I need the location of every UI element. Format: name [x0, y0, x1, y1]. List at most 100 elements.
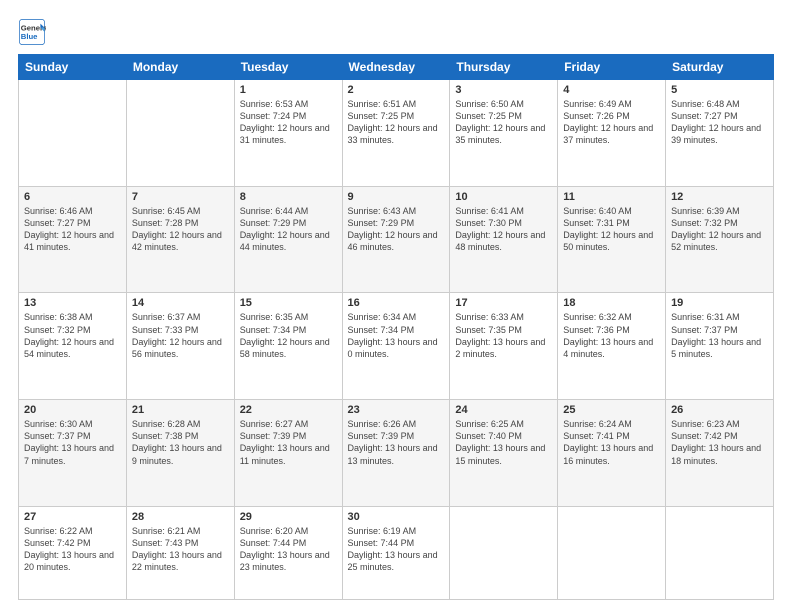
- calendar-cell: [19, 80, 127, 187]
- day-number: 8: [240, 191, 337, 203]
- calendar-cell: 19 Sunrise: 6:31 AM Sunset: 7:37 PM Dayli…: [666, 293, 774, 400]
- cell-details: Sunrise: 6:51 AM Sunset: 7:25 PM Dayligh…: [348, 98, 445, 147]
- cell-details: Sunrise: 6:26 AM Sunset: 7:39 PM Dayligh…: [348, 418, 445, 467]
- day-number: 17: [455, 297, 552, 309]
- calendar-cell: 28 Sunrise: 6:21 AM Sunset: 7:43 PM Dayli…: [126, 506, 234, 599]
- cell-details: Sunrise: 6:46 AM Sunset: 7:27 PM Dayligh…: [24, 205, 121, 254]
- day-number: 3: [455, 84, 552, 96]
- calendar-cell: 18 Sunrise: 6:32 AM Sunset: 7:36 PM Dayli…: [558, 293, 666, 400]
- day-number: 19: [671, 297, 768, 309]
- cell-details: Sunrise: 6:20 AM Sunset: 7:44 PM Dayligh…: [240, 525, 337, 574]
- cell-details: Sunrise: 6:30 AM Sunset: 7:37 PM Dayligh…: [24, 418, 121, 467]
- calendar-day-header: Monday: [126, 55, 234, 80]
- day-number: 23: [348, 404, 445, 416]
- cell-details: Sunrise: 6:23 AM Sunset: 7:42 PM Dayligh…: [671, 418, 768, 467]
- calendar-cell: 26Sunrise: 6:23 AM Sunset: 7:42 PM Dayli…: [666, 400, 774, 507]
- calendar-cell: 8 Sunrise: 6:44 AM Sunset: 7:29 PM Daylig…: [234, 186, 342, 293]
- calendar-day-header: Tuesday: [234, 55, 342, 80]
- cell-details: Sunrise: 6:53 AM Sunset: 7:24 PM Dayligh…: [240, 98, 337, 147]
- calendar-cell: [666, 506, 774, 599]
- calendar-cell: [126, 80, 234, 187]
- cell-details: Sunrise: 6:40 AM Sunset: 7:31 PM Dayligh…: [563, 205, 660, 254]
- day-number: 15: [240, 297, 337, 309]
- cell-details: Sunrise: 6:22 AM Sunset: 7:42 PM Dayligh…: [24, 525, 121, 574]
- day-number: 10: [455, 191, 552, 203]
- day-number: 12: [671, 191, 768, 203]
- calendar-cell: 29 Sunrise: 6:20 AM Sunset: 7:44 PM Dayli…: [234, 506, 342, 599]
- calendar-day-header: Sunday: [19, 55, 127, 80]
- calendar-cell: 12 Sunrise: 6:39 AM Sunset: 7:32 PM Dayli…: [666, 186, 774, 293]
- day-number: 27: [24, 511, 121, 523]
- calendar-cell: 22 Sunrise: 6:27 AM Sunset: 7:39 PM Dayli…: [234, 400, 342, 507]
- cell-details: Sunrise: 6:32 AM Sunset: 7:36 PM Dayligh…: [563, 311, 660, 360]
- cell-details: Sunrise: 6:34 AM Sunset: 7:34 PM Dayligh…: [348, 311, 445, 360]
- calendar-header: SundayMondayTuesdayWednesdayThursdayFrid…: [19, 55, 774, 80]
- cell-details: Sunrise: 6:35 AM Sunset: 7:34 PM Dayligh…: [240, 311, 337, 360]
- cell-details: Sunrise: 6:39 AM Sunset: 7:32 PM Dayligh…: [671, 205, 768, 254]
- cell-details: Sunrise: 6:28 AM Sunset: 7:38 PM Dayligh…: [132, 418, 229, 467]
- day-number: 4: [563, 84, 660, 96]
- calendar-cell: 6 Sunrise: 6:46 AM Sunset: 7:27 PM Daylig…: [19, 186, 127, 293]
- calendar: SundayMondayTuesdayWednesdayThursdayFrid…: [18, 54, 774, 600]
- cell-details: Sunrise: 6:38 AM Sunset: 7:32 PM Dayligh…: [24, 311, 121, 360]
- cell-details: Sunrise: 6:24 AM Sunset: 7:41 PM Dayligh…: [563, 418, 660, 467]
- calendar-cell: 20Sunrise: 6:30 AM Sunset: 7:37 PM Dayli…: [19, 400, 127, 507]
- day-number: 28: [132, 511, 229, 523]
- calendar-cell: [558, 506, 666, 599]
- cell-details: Sunrise: 6:19 AM Sunset: 7:44 PM Dayligh…: [348, 525, 445, 574]
- calendar-cell: 5 Sunrise: 6:48 AM Sunset: 7:27 PM Daylig…: [666, 80, 774, 187]
- day-number: 16: [348, 297, 445, 309]
- calendar-cell: 7 Sunrise: 6:45 AM Sunset: 7:28 PM Daylig…: [126, 186, 234, 293]
- day-number: 9: [348, 191, 445, 203]
- calendar-cell: 2 Sunrise: 6:51 AM Sunset: 7:25 PM Daylig…: [342, 80, 450, 187]
- calendar-cell: 3Sunrise: 6:50 AM Sunset: 7:25 PM Daylig…: [450, 80, 558, 187]
- cell-details: Sunrise: 6:25 AM Sunset: 7:40 PM Dayligh…: [455, 418, 552, 467]
- cell-details: Sunrise: 6:27 AM Sunset: 7:39 PM Dayligh…: [240, 418, 337, 467]
- day-number: 5: [671, 84, 768, 96]
- calendar-cell: 13 Sunrise: 6:38 AM Sunset: 7:32 PM Dayli…: [19, 293, 127, 400]
- cell-details: Sunrise: 6:37 AM Sunset: 7:33 PM Dayligh…: [132, 311, 229, 360]
- calendar-cell: 23 Sunrise: 6:26 AM Sunset: 7:39 PM Dayli…: [342, 400, 450, 507]
- cell-details: Sunrise: 6:48 AM Sunset: 7:27 PM Dayligh…: [671, 98, 768, 147]
- calendar-cell: 25 Sunrise: 6:24 AM Sunset: 7:41 PM Dayli…: [558, 400, 666, 507]
- cell-details: Sunrise: 6:49 AM Sunset: 7:26 PM Dayligh…: [563, 98, 660, 147]
- day-number: 1: [240, 84, 337, 96]
- day-number: 18: [563, 297, 660, 309]
- calendar-cell: 11 Sunrise: 6:40 AM Sunset: 7:31 PM Dayli…: [558, 186, 666, 293]
- day-number: 2: [348, 84, 445, 96]
- day-number: 6: [24, 191, 121, 203]
- calendar-day-header: Friday: [558, 55, 666, 80]
- logo: General Blue: [18, 18, 46, 46]
- day-number: 25: [563, 404, 660, 416]
- cell-details: Sunrise: 6:44 AM Sunset: 7:29 PM Dayligh…: [240, 205, 337, 254]
- calendar-cell: 17Sunrise: 6:33 AM Sunset: 7:35 PM Dayli…: [450, 293, 558, 400]
- day-number: 13: [24, 297, 121, 309]
- calendar-cell: 21 Sunrise: 6:28 AM Sunset: 7:38 PM Dayli…: [126, 400, 234, 507]
- calendar-day-header: Wednesday: [342, 55, 450, 80]
- day-number: 22: [240, 404, 337, 416]
- cell-details: Sunrise: 6:43 AM Sunset: 7:29 PM Dayligh…: [348, 205, 445, 254]
- calendar-cell: 16 Sunrise: 6:34 AM Sunset: 7:34 PM Dayli…: [342, 293, 450, 400]
- calendar-cell: 14 Sunrise: 6:37 AM Sunset: 7:33 PM Dayli…: [126, 293, 234, 400]
- calendar-cell: 10 Sunrise: 6:41 AM Sunset: 7:30 PM Dayli…: [450, 186, 558, 293]
- calendar-day-header: Thursday: [450, 55, 558, 80]
- cell-details: Sunrise: 6:21 AM Sunset: 7:43 PM Dayligh…: [132, 525, 229, 574]
- day-number: 29: [240, 511, 337, 523]
- cell-details: Sunrise: 6:31 AM Sunset: 7:37 PM Dayligh…: [671, 311, 768, 360]
- svg-text:Blue: Blue: [21, 32, 38, 41]
- day-number: 30: [348, 511, 445, 523]
- day-number: 11: [563, 191, 660, 203]
- day-number: 7: [132, 191, 229, 203]
- day-number: 14: [132, 297, 229, 309]
- calendar-cell: 15 Sunrise: 6:35 AM Sunset: 7:34 PM Dayli…: [234, 293, 342, 400]
- day-number: 21: [132, 404, 229, 416]
- calendar-cell: [450, 506, 558, 599]
- calendar-cell: 4 Sunrise: 6:49 AM Sunset: 7:26 PM Daylig…: [558, 80, 666, 187]
- cell-details: Sunrise: 6:41 AM Sunset: 7:30 PM Dayligh…: [455, 205, 552, 254]
- day-number: 24: [455, 404, 552, 416]
- calendar-cell: 30 Sunrise: 6:19 AM Sunset: 7:44 PM Dayli…: [342, 506, 450, 599]
- header: General Blue: [18, 18, 774, 46]
- calendar-cell: 24 Sunrise: 6:25 AM Sunset: 7:40 PM Dayli…: [450, 400, 558, 507]
- cell-details: Sunrise: 6:45 AM Sunset: 7:28 PM Dayligh…: [132, 205, 229, 254]
- page: General Blue SundayMondayTuesdayWednesda…: [0, 0, 792, 612]
